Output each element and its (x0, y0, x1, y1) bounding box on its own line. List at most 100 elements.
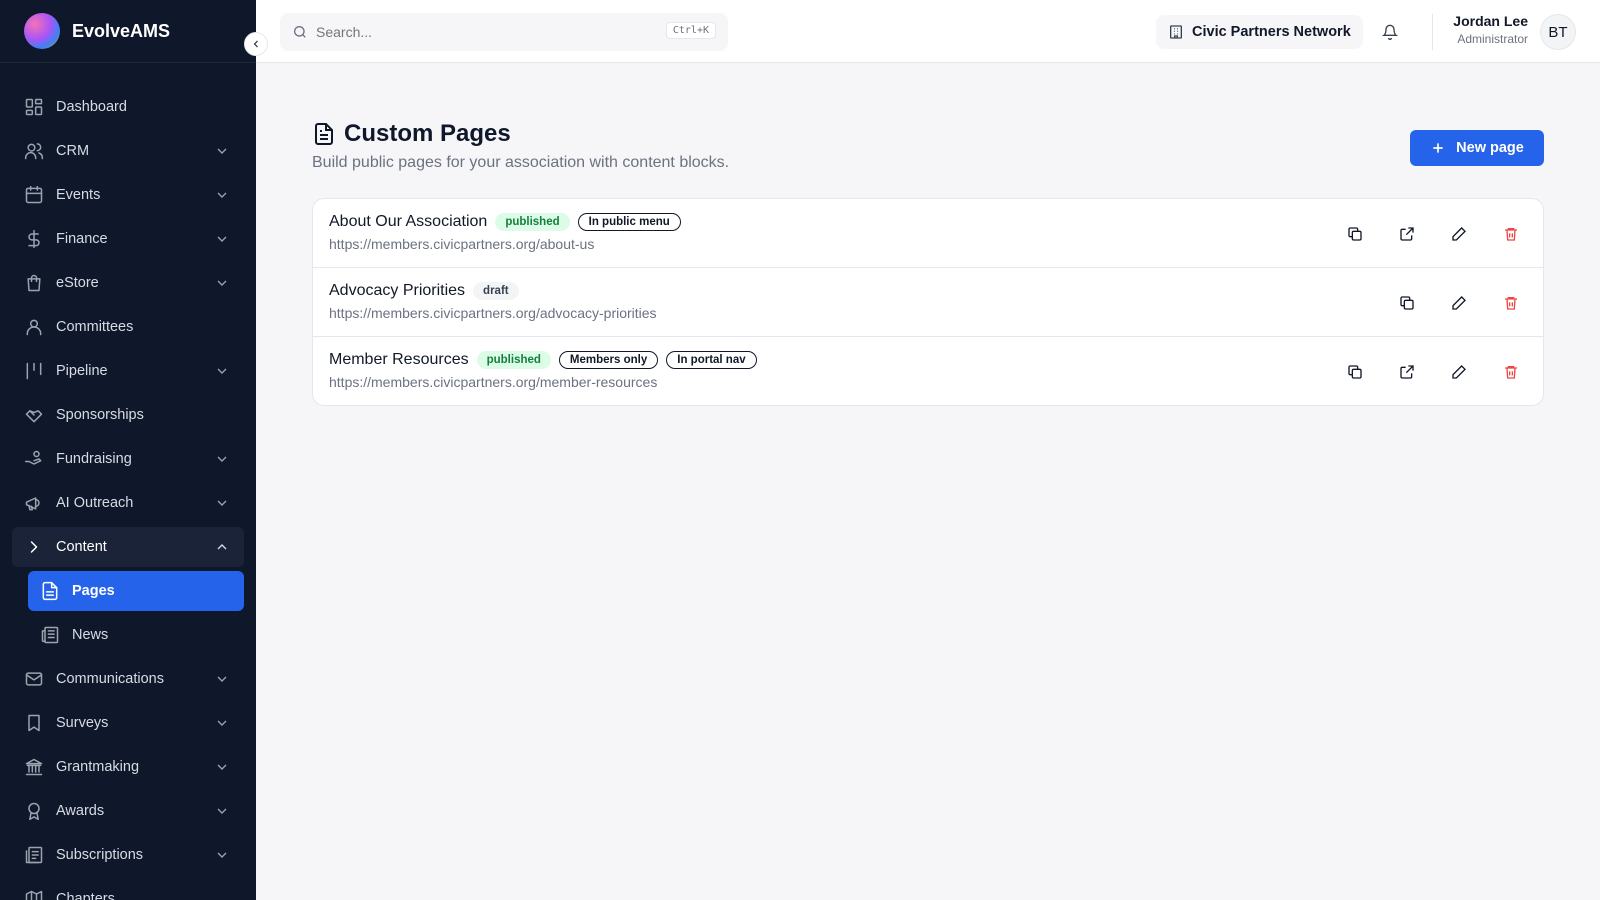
sidebar-item-label: Fundraising (56, 451, 132, 467)
duplicate-button[interactable] (1393, 289, 1421, 317)
sidebar-item-fundraising[interactable]: Fundraising (12, 439, 244, 479)
chevron-down-icon (214, 759, 230, 775)
status-badge: published (476, 351, 551, 369)
sidebar-item-events[interactable]: Events (12, 175, 244, 215)
status-badge: published (495, 213, 570, 231)
delete-button[interactable] (1497, 289, 1525, 317)
org-switcher[interactable]: Civic Partners Network (1156, 15, 1363, 49)
edit-button[interactable] (1445, 358, 1473, 386)
users-icon (24, 141, 44, 161)
sidebar-item-ai-outreach[interactable]: AI Outreach (12, 483, 244, 523)
page-row[interactable]: About Our Association published In public … (313, 199, 1543, 268)
sidebar-item-committees[interactable]: Committees (12, 307, 244, 347)
sidebar-item-label: Communications (56, 671, 164, 687)
sidebar-item-label: Content (56, 539, 107, 555)
sidebar-item-estore[interactable]: eStore (12, 263, 244, 303)
collapse-sidebar-button[interactable] (244, 32, 268, 56)
edit-button[interactable] (1445, 289, 1473, 317)
sidebar-nav: Dashboard CRM Events Finance eStore Committee… (0, 63, 256, 900)
tag-badge: In public menu (577, 213, 681, 231)
open-page-button[interactable] (1393, 220, 1421, 248)
sidebar-item-grantmaking[interactable]: Grantmaking (12, 747, 244, 787)
sidebar-subitem-news[interactable]: News (28, 615, 244, 655)
sidebar-item-communications[interactable]: Communications (12, 659, 244, 699)
external-link-icon (1399, 226, 1415, 242)
page-title-link[interactable]: About Our Association (329, 213, 487, 231)
copy-icon (1399, 295, 1415, 311)
chevron-left-icon (253, 40, 258, 48)
chevron-down-icon (214, 495, 230, 511)
search-box[interactable]: Ctrl+K (280, 13, 728, 51)
sidebar-subitem-pages[interactable]: Pages (28, 571, 244, 611)
brand-logo (24, 13, 60, 49)
trash-icon (1503, 364, 1519, 380)
bookmark-icon (24, 713, 44, 733)
sidebar-item-label: Sponsorships (56, 407, 144, 423)
chevron-down-icon (214, 847, 230, 863)
sidebar-item-label: Events (56, 187, 101, 203)
sidebar-subitem-label: Pages (72, 583, 115, 599)
sidebar-item-content[interactable]: Content (12, 527, 244, 567)
sidebar-item-label: CRM (56, 143, 90, 159)
open-page-button[interactable] (1393, 358, 1421, 386)
sidebar-item-sponsorships[interactable]: Sponsorships (12, 395, 244, 435)
user-icon (24, 317, 44, 337)
tag-badge: Members only (558, 351, 659, 369)
sidebar-item-pipeline[interactable]: Pipeline (12, 351, 244, 391)
sidebar-item-label: eStore (56, 275, 99, 291)
page-title-link[interactable]: Advocacy Priorities (329, 282, 465, 300)
subscriptions-icon (24, 845, 44, 865)
mail-icon (24, 669, 44, 689)
sidebar-item-dashboard[interactable]: Dashboard (12, 87, 244, 127)
search-shortcut: Ctrl+K (665, 22, 716, 39)
sidebar-item-finance[interactable]: Finance (12, 219, 244, 259)
pipeline-icon (24, 361, 44, 381)
page-title-link[interactable]: Member Resources (329, 351, 469, 369)
search-icon (294, 26, 306, 38)
sidebar-item-label: Chapters (56, 891, 115, 900)
sidebar-item-surveys[interactable]: Surveys (12, 703, 244, 743)
new-page-label: New page (1456, 140, 1524, 156)
sidebar-item-chapters[interactable]: Chapters (12, 879, 244, 900)
chevron-down-icon (214, 363, 230, 379)
page-row[interactable]: Advocacy Priorities draft https://members.… (313, 268, 1543, 337)
search-input[interactable] (316, 24, 656, 40)
delete-button[interactable] (1497, 220, 1525, 248)
sidebar-item-label: Subscriptions (56, 847, 144, 863)
new-page-button[interactable]: New page (1410, 130, 1544, 166)
sidebar-item-subscriptions[interactable]: Subscriptions (12, 835, 244, 875)
chevron-up-icon (214, 539, 230, 555)
page-row[interactable]: Member Resources published Members only In … (313, 337, 1543, 405)
hand-coins-icon (24, 449, 44, 469)
delete-button[interactable] (1497, 358, 1525, 386)
building-icon (1168, 24, 1184, 40)
chevron-down-icon (214, 187, 230, 203)
sidebar-submenu-content: Pages News (12, 571, 244, 655)
award-icon (24, 801, 44, 821)
sidebar-item-awards[interactable]: Awards (12, 791, 244, 831)
row-actions (1317, 220, 1525, 248)
external-link-icon (1399, 364, 1415, 380)
sidebar-subitem-label: News (72, 627, 109, 643)
sidebar-item-crm[interactable]: CRM (12, 131, 244, 171)
duplicate-button[interactable] (1341, 220, 1369, 248)
user-menu[interactable]: Jordan Lee Administrator (1453, 13, 1528, 46)
avatar[interactable]: BT (1540, 14, 1576, 50)
duplicate-button[interactable] (1341, 358, 1369, 386)
chevron-down-icon (214, 803, 230, 819)
user-role: Administrator (1457, 32, 1528, 46)
megaphone-icon (24, 493, 44, 513)
plus-icon (1430, 140, 1446, 156)
edit-button[interactable] (1445, 220, 1473, 248)
chevron-down-icon (214, 143, 230, 159)
page-header: Custom Pages (312, 120, 1544, 148)
trash-icon (1503, 226, 1519, 242)
brand[interactable]: EvolveAMS (0, 0, 256, 63)
file-text-icon (312, 122, 336, 146)
row-actions (1317, 358, 1525, 386)
chevron-down-icon (214, 231, 230, 247)
notifications-button[interactable] (1380, 22, 1400, 42)
shopping-bag-icon (24, 273, 44, 293)
pencil-icon (1451, 226, 1467, 242)
chevron-down-icon (214, 275, 230, 291)
